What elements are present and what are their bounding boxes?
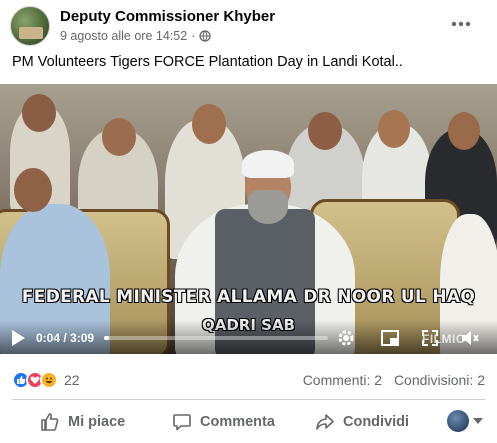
video-progress-bar[interactable]: [104, 336, 328, 340]
video-progress-fill: [104, 336, 109, 340]
comment-icon: [173, 414, 191, 431]
reactions-summary[interactable]: 22: [12, 369, 80, 391]
haha-reaction-icon: [40, 371, 58, 389]
more-options-button[interactable]: [446, 9, 476, 39]
volume-icon[interactable]: [460, 328, 480, 348]
video-player[interactable]: FEDERAL MINISTER ALLAMA DR NOOR UL HAQ Q…: [0, 84, 497, 354]
reaction-count: 22: [64, 372, 80, 388]
post-card: Deputy Commissioner Khyber 9 agosto alle…: [0, 0, 497, 443]
video-overlay-title: FEDERAL MINISTER ALLAMA DR NOOR UL HAQ: [21, 287, 476, 307]
post-caption: PM Volunteers Tigers FORCE Plantation Da…: [12, 54, 403, 70]
post-actions: Mi piace Commenta Condividi: [0, 404, 497, 440]
video-frame: [0, 84, 497, 354]
shares-count-link[interactable]: Condivisioni: 2: [394, 372, 485, 388]
video-time: 0:04 / 3:09: [36, 331, 95, 345]
like-button[interactable]: Mi piace: [40, 404, 125, 440]
like-button-label: Mi piace: [68, 414, 126, 430]
page-name-link[interactable]: Deputy Commissioner Khyber: [60, 8, 275, 25]
actions-divider: [12, 399, 485, 400]
video-controls: 0:04 / 3:09 FILMIC: [0, 320, 497, 354]
share-icon: [316, 414, 334, 430]
more-horizontal-icon: [451, 21, 471, 27]
post-meta: 9 agosto alle ore 14:52 ·: [60, 29, 212, 43]
share-audience-selector[interactable]: [447, 410, 483, 432]
post-header: Deputy Commissioner Khyber 9 agosto alle…: [10, 5, 490, 49]
pip-icon[interactable]: [380, 328, 400, 348]
post-timestamp[interactable]: 9 agosto alle ore 14:52: [60, 29, 187, 43]
page-avatar[interactable]: [10, 6, 50, 46]
play-icon[interactable]: [10, 329, 26, 347]
comment-button-label: Commenta: [200, 414, 275, 430]
globe-icon[interactable]: [199, 30, 212, 42]
user-avatar: [447, 410, 469, 432]
comment-button[interactable]: Commenta: [172, 404, 275, 440]
settings-icon[interactable]: [336, 328, 356, 348]
like-icon: [41, 413, 59, 431]
comments-count-link[interactable]: Commenti: 2: [303, 372, 382, 388]
engagement-stats: Commenti: 2 Condivisioni: 2: [295, 372, 485, 388]
share-button-label: Condividi: [343, 414, 410, 430]
chevron-down-icon: [473, 418, 483, 424]
video-watermark: FILMIC: [422, 332, 465, 346]
share-button[interactable]: Condividi: [315, 404, 409, 440]
